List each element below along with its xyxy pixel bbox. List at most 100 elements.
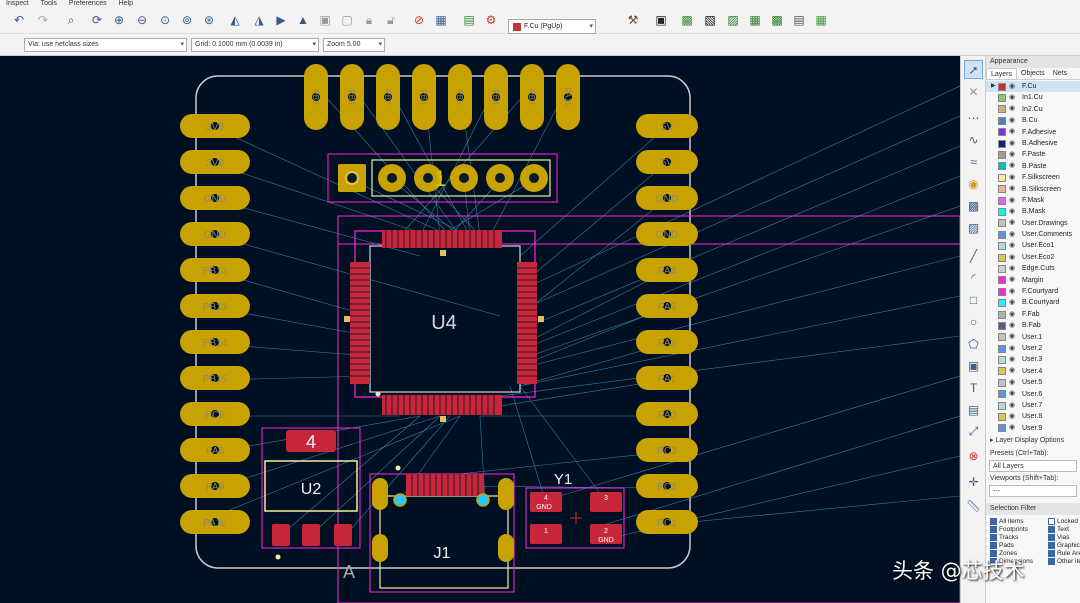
filter-checkbox[interactable]: Vias xyxy=(1048,534,1070,542)
layer-color-swatch[interactable] xyxy=(998,287,1006,296)
circle-icon[interactable]: ○ xyxy=(964,312,983,331)
layer-row[interactable]: ◉ User.Eco2 xyxy=(986,252,1080,263)
menu-help[interactable]: Help xyxy=(119,0,133,7)
filter-checkbox[interactable]: Footprints xyxy=(990,526,1028,534)
layer-color-swatch[interactable] xyxy=(998,207,1006,216)
eye-icon[interactable]: ◉ xyxy=(1009,254,1019,262)
unlock-icon[interactable]: 🔓︎ xyxy=(382,11,400,29)
layer-color-swatch[interactable] xyxy=(998,105,1006,114)
route-diff-icon[interactable]: ∿ xyxy=(964,130,983,149)
layer-row[interactable]: ▶ ◉ F.Cu xyxy=(986,81,1080,93)
layer-color-swatch[interactable] xyxy=(998,185,1006,194)
tab-objects[interactable]: Objects xyxy=(1017,68,1049,79)
layer-row[interactable]: ◉ In1.Cu xyxy=(986,92,1080,103)
eye-icon[interactable]: ◉ xyxy=(1009,208,1019,216)
menu-preferences[interactable]: Preferences xyxy=(69,0,107,7)
layer-row[interactable]: ◉ B.Silkscreen xyxy=(986,184,1080,195)
zoom-selection-icon[interactable]: ⊛ xyxy=(200,11,218,29)
console-icon[interactable]: ▣ xyxy=(652,11,670,29)
layer-color-swatch[interactable] xyxy=(998,264,1006,273)
layer-color-swatch[interactable] xyxy=(998,230,1006,239)
layer-color-swatch[interactable] xyxy=(998,299,1006,308)
textbox-icon[interactable]: ▤ xyxy=(964,400,983,419)
flip-v-icon[interactable]: ▲ xyxy=(294,11,312,29)
layer-row[interactable]: ◉ User.7 xyxy=(986,400,1080,411)
drc-icon[interactable]: ⊘ xyxy=(410,11,428,29)
via-icon[interactable]: ◉ xyxy=(964,174,983,193)
filter-checkbox[interactable]: All items xyxy=(990,518,1024,526)
rotate-cw-icon[interactable]: ◮ xyxy=(250,11,268,29)
grid-select[interactable]: Grid: 0.1000 mm (0.0039 in) ▾ xyxy=(191,38,319,52)
eye-icon[interactable]: ◉ xyxy=(1009,174,1019,182)
measure-icon[interactable]: 📏︎ xyxy=(964,496,983,515)
layer-row[interactable]: ◉ F.Paste xyxy=(986,149,1080,160)
search-icon[interactable]: ⌕ xyxy=(62,11,80,29)
viewports-select[interactable]: --- xyxy=(989,485,1077,498)
layer-color-swatch[interactable] xyxy=(998,242,1006,251)
pcb-canvas[interactable]: 3V3 3V3 GND GND PB12 PB13 PB14 PB15 PC6 PA8 PA9 PA1… xyxy=(0,56,960,603)
eye-icon[interactable]: ◉ xyxy=(1009,140,1019,148)
layer-row[interactable]: ◉ F.Fab xyxy=(986,309,1080,320)
zoom-in-icon[interactable]: ⊕ xyxy=(110,11,128,29)
layer-color-swatch[interactable] xyxy=(998,94,1006,103)
eye-icon[interactable]: ◉ xyxy=(1009,311,1019,319)
eye-icon[interactable]: ◉ xyxy=(1009,105,1019,113)
jlc-icon[interactable]: ▦ xyxy=(746,11,764,29)
presets-select[interactable]: All Layers xyxy=(989,460,1077,473)
layer-color-swatch[interactable] xyxy=(998,413,1006,422)
rect-icon[interactable]: □ xyxy=(964,290,983,309)
route-icon[interactable]: ▧ xyxy=(701,11,719,29)
netlist-icon[interactable]: ▦ xyxy=(432,11,450,29)
zoom-out-icon[interactable]: ⊖ xyxy=(133,11,151,29)
filter-checkbox[interactable]: Other items xyxy=(1048,558,1080,566)
eye-icon[interactable]: ◉ xyxy=(1009,356,1019,364)
anchor-icon[interactable]: ✛ xyxy=(964,472,983,491)
delete-icon[interactable]: ⊗ xyxy=(964,446,983,465)
zoom-objects-icon[interactable]: ⊚ xyxy=(178,11,196,29)
layer-color-swatch[interactable] xyxy=(998,162,1006,171)
menu-tools[interactable]: Tools xyxy=(41,0,57,7)
layer-color-swatch[interactable] xyxy=(998,139,1006,148)
eye-icon[interactable]: ◉ xyxy=(1009,299,1019,307)
tab-layers[interactable]: Layers xyxy=(986,68,1018,79)
eye-icon[interactable]: ◉ xyxy=(1009,424,1019,432)
redo-icon[interactable]: ↷ xyxy=(34,11,52,29)
text-icon[interactable]: T xyxy=(964,378,983,397)
layer-row[interactable]: ◉ B.Paste xyxy=(986,161,1080,172)
eye-icon[interactable]: ◉ xyxy=(1009,185,1019,193)
eye-icon[interactable]: ◉ xyxy=(1009,242,1019,250)
eye-icon[interactable]: ◉ xyxy=(1009,162,1019,170)
zone-icon[interactable]: ▩ xyxy=(964,196,983,215)
grid-plugin-icon[interactable]: ▦ xyxy=(812,11,830,29)
eye-icon[interactable]: ◉ xyxy=(1009,151,1019,159)
layer-row[interactable]: ◉ User.2 xyxy=(986,343,1080,354)
layer-row[interactable]: ◉ In2.Cu xyxy=(986,104,1080,115)
eye-icon[interactable]: ◉ xyxy=(1009,390,1019,398)
eye-icon[interactable]: ◉ xyxy=(1009,345,1019,353)
layer-row[interactable]: ◉ User.5 xyxy=(986,377,1080,388)
layer-row[interactable]: ◉ Margin xyxy=(986,275,1080,286)
zoom-fit-icon[interactable]: ⊙ xyxy=(156,11,174,29)
layer-row[interactable]: ◉ B.Adhesive xyxy=(986,138,1080,149)
arc-icon[interactable]: ◜ xyxy=(964,268,983,287)
rotate-ccw-icon[interactable]: ◭ xyxy=(226,11,244,29)
layer-color-swatch[interactable] xyxy=(998,321,1006,330)
layer-row[interactable]: ◉ User.3 xyxy=(986,354,1080,365)
layer-row[interactable]: ◉ F.Mask xyxy=(986,195,1080,206)
eye-icon[interactable]: ◉ xyxy=(1009,367,1019,375)
layer-color-swatch[interactable] xyxy=(998,173,1006,182)
layer-row[interactable]: ◉ User.1 xyxy=(986,332,1080,343)
layer-row[interactable]: ◉ User.Eco1 xyxy=(986,240,1080,251)
eye-icon[interactable]: ◉ xyxy=(1009,402,1019,410)
layer-color-swatch[interactable] xyxy=(998,367,1006,376)
eye-icon[interactable]: ◉ xyxy=(1009,288,1019,296)
filter-checkbox[interactable]: Rule Areas xyxy=(1048,550,1080,558)
zoom-select[interactable]: Zoom 5.00 ▾ xyxy=(323,38,385,52)
eye-icon[interactable]: ◉ xyxy=(1009,333,1019,341)
layer-color-swatch[interactable] xyxy=(998,378,1006,387)
lock-icon[interactable]: 🔒︎ xyxy=(360,11,378,29)
layer-row[interactable]: ◉ F.Courtyard xyxy=(986,286,1080,297)
layer-row[interactable]: ◉ F.Adhesive xyxy=(986,127,1080,138)
x-icon[interactable]: ✕ xyxy=(964,82,983,101)
layer-row[interactable]: ◉ Edge.Cuts xyxy=(986,263,1080,274)
